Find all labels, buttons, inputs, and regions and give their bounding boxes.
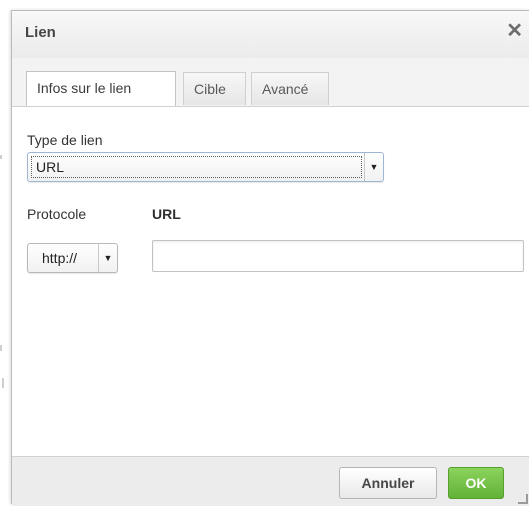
triangle-down-icon: ▼ [364,153,383,181]
cancel-button[interactable]: Annuler [339,467,437,499]
background-edge-mark [0,155,2,159]
tab-bar: Infos sur le lien Cible Avancé [12,58,529,107]
triangle-down-icon: ▼ [98,244,117,272]
close-icon[interactable]: ✕ [506,21,523,41]
url-input[interactable] [152,240,524,272]
protocol-value: http:// [42,250,78,266]
link-type-label: Type de lien [27,132,103,148]
tab-advanced[interactable]: Avancé [251,72,329,105]
resize-grip-icon[interactable] [518,494,528,504]
url-label: URL [152,206,181,222]
protocol-label: Protocole [27,206,87,222]
protocol-select[interactable]: http:// ▼ [27,243,118,273]
background-edge-mark [0,345,2,351]
link-dialog: Lien ✕ Infos sur le lien Cible Avancé Ty… [11,10,529,506]
tab-link-info[interactable]: Infos sur le lien [26,71,176,106]
background-edge-mark [2,378,4,388]
dialog-title: Lien [25,24,56,41]
focus-ring [31,156,362,178]
dialog-titlebar[interactable]: Lien ✕ [12,11,529,59]
link-type-value: URL [36,159,65,175]
dialog-footer: Annuler OK [12,456,529,506]
link-type-select[interactable]: URL ▼ [27,152,384,182]
ok-button[interactable]: OK [448,467,504,499]
tab-target[interactable]: Cible [183,72,246,105]
